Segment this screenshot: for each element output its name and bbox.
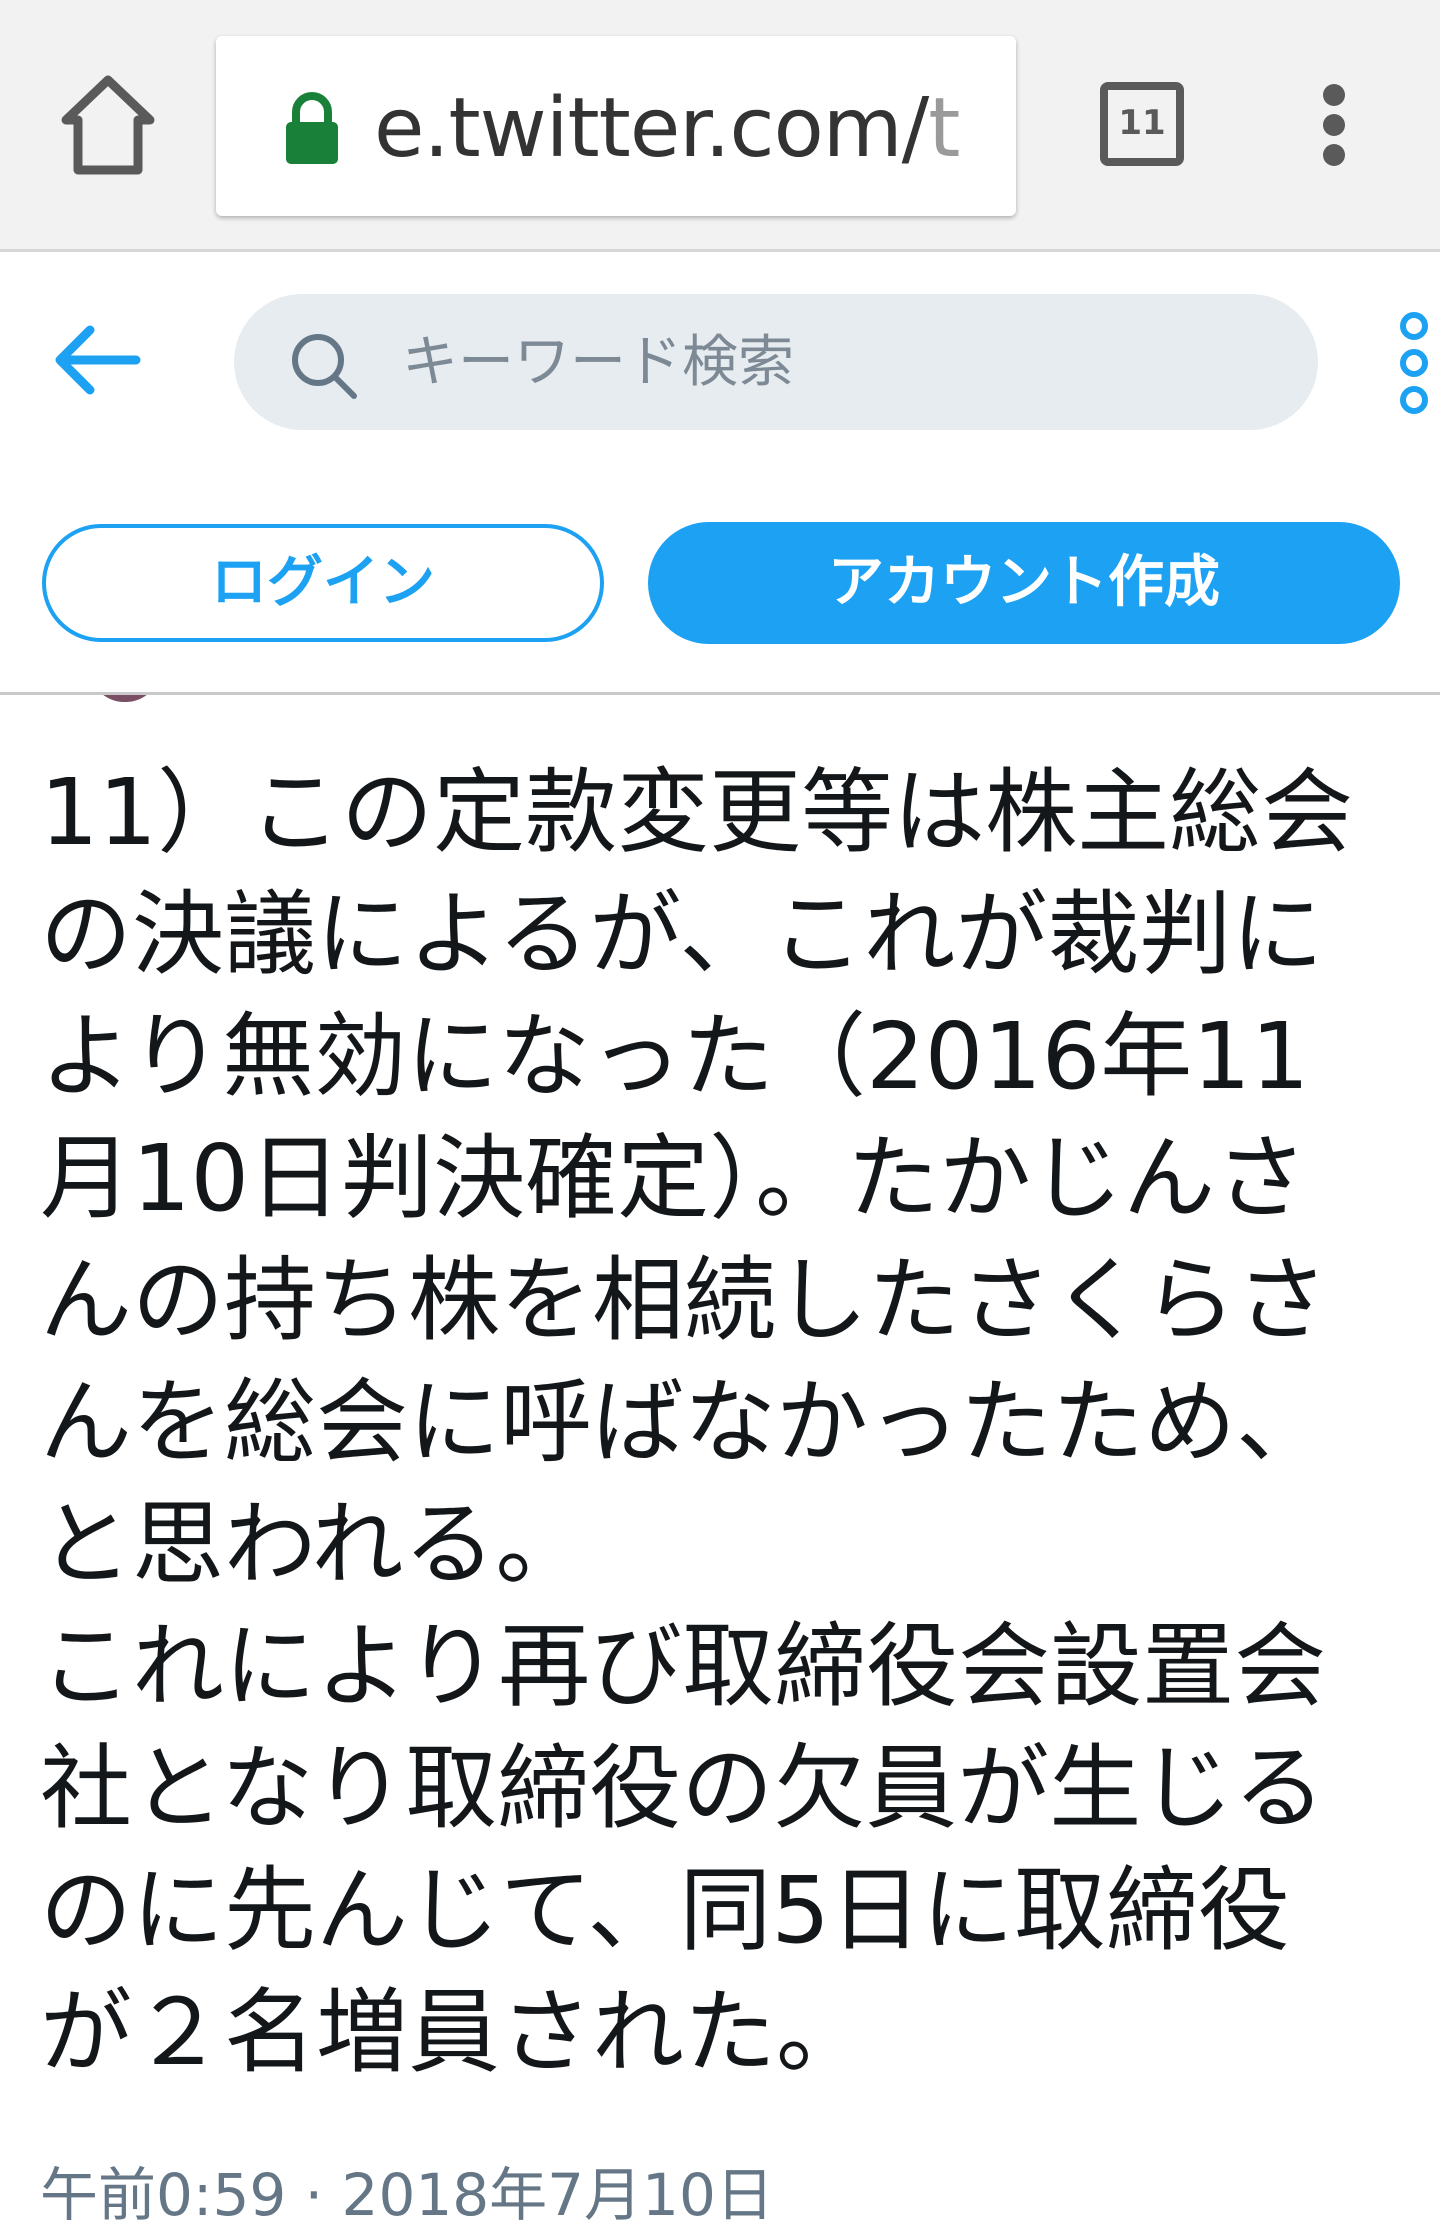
tweet-line: これにより再び取締役会設置会: [40, 1613, 1327, 1720]
tweet-line: 社となり取締役の欠員が生じる: [40, 1735, 1326, 1842]
address-bar[interactable]: e.twitter.com/t: [216, 36, 1016, 216]
arrow-left-icon[interactable]: [52, 320, 142, 400]
home-icon[interactable]: [58, 72, 158, 182]
tweet-timestamp[interactable]: 午前0:59 · 2018年7月10日: [40, 2160, 774, 2230]
search-icon: [286, 328, 360, 402]
login-button[interactable]: ログイン: [42, 524, 604, 642]
tweet-line: んの持ち株を相続したさくらさ: [40, 1247, 1329, 1354]
tweet-line: より無効になった（2016年11: [40, 1003, 1310, 1110]
url-text[interactable]: e.twitter.com/t: [374, 81, 960, 176]
url-tail: t: [928, 81, 960, 176]
avatar[interactable]: [90, 695, 160, 702]
tweet-line: 11）この定款変更等は株主総会: [40, 759, 1354, 866]
tweet-line: んを総会に呼ばなかったため、: [40, 1369, 1329, 1476]
tweet-line: が２名増員された。: [40, 1979, 869, 2086]
header-divider: [0, 692, 1440, 695]
url-main: e.twitter.com/: [374, 81, 929, 176]
search-input[interactable]: [402, 314, 1262, 410]
tweet-line: の決議によるが、これが裁判に: [40, 881, 1324, 988]
tweet-text: 11）この定款変更等は株主総会 の決議によるが、これが裁判に より無効になった（…: [40, 752, 1420, 2094]
overflow-menu-icon[interactable]: [1310, 84, 1358, 174]
signup-button[interactable]: アカウント作成: [648, 522, 1400, 644]
tweet-line: のに先んじて、同5日に取締役: [40, 1857, 1290, 1964]
more-vertical-icon[interactable]: [1400, 312, 1440, 422]
tab-switcher-icon[interactable]: 11: [1100, 82, 1184, 166]
tweet-line: と思われる。: [40, 1491, 588, 1598]
browser-toolbar: e.twitter.com/t 11: [0, 0, 1440, 252]
lock-icon: [282, 88, 342, 168]
search-box[interactable]: [234, 294, 1318, 430]
tweet-line: 月10日判決確定）。たかじんさ: [40, 1125, 1308, 1232]
